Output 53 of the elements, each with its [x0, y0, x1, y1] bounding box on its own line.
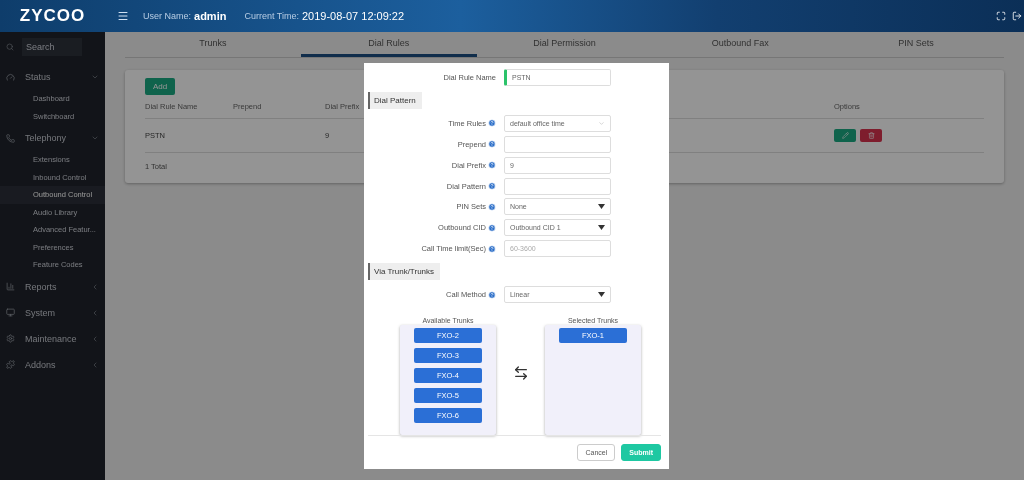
help-icon[interactable]: [488, 140, 496, 149]
chevron-icon: [91, 308, 99, 317]
nav-item[interactable]: Reports: [0, 273, 105, 300]
tab[interactable]: Dial Permission: [476, 32, 653, 57]
current-time: 2019-08-07 12:09:22: [301, 10, 405, 22]
puzzle-icon: [6, 360, 15, 369]
search-field[interactable]: Search: [22, 38, 82, 56]
search-icon: [6, 43, 14, 51]
tab[interactable]: Trunks: [125, 32, 301, 57]
dashboard-icon: [6, 72, 15, 82]
logout-icon[interactable]: [1012, 11, 1022, 21]
help-icon[interactable]: [488, 161, 496, 170]
chevron-icon: [91, 134, 99, 142]
swap-icon[interactable]: [512, 365, 529, 381]
help-icon[interactable]: [488, 119, 496, 128]
chevron-icon: [598, 119, 605, 127]
time-label: Current Time:: [244, 11, 299, 21]
chevron-icon: [91, 73, 99, 81]
logo: ZYCOO: [18, 5, 87, 27]
pencil-icon: [841, 132, 849, 139]
nav-item[interactable]: Status: [0, 64, 105, 90]
caret-icon: [598, 204, 605, 210]
nav-item[interactable]: System: [0, 299, 105, 326]
menu-icon[interactable]: [117, 10, 129, 22]
section-header: Via Trunk/Trunks: [368, 263, 441, 281]
caret-icon: [598, 292, 605, 298]
input-field[interactable]: [504, 177, 611, 195]
tab[interactable]: PIN Sets: [828, 32, 1004, 57]
help-icon[interactable]: [488, 202, 496, 211]
nav-item[interactable]: Addons: [0, 351, 105, 378]
nav-item[interactable]: Telephony: [0, 125, 105, 151]
user-label: User Name:: [143, 11, 191, 21]
caret-icon: [598, 225, 605, 231]
settings-icon: [6, 334, 15, 343]
tab[interactable]: Dial Rules: [300, 32, 477, 57]
bar-chart-icon: [6, 282, 15, 291]
nav-item[interactable]: Maintenance: [0, 325, 105, 352]
monitor-icon: [6, 308, 15, 317]
section-header: Dial Pattern: [368, 91, 422, 109]
user-name: admin: [194, 10, 227, 22]
help-icon[interactable]: [488, 290, 496, 299]
tab[interactable]: Outbound Fax: [652, 32, 829, 57]
chevron-icon: [91, 282, 99, 291]
help-icon[interactable]: [488, 223, 496, 232]
chevron-icon: [91, 334, 99, 343]
trash-icon: [867, 132, 875, 139]
chevron-icon: [91, 360, 99, 369]
add-button[interactable]: Add: [145, 78, 176, 95]
help-icon[interactable]: [488, 244, 496, 253]
input-field[interactable]: [504, 135, 611, 153]
phone-icon: [6, 133, 15, 143]
help-icon[interactable]: [488, 182, 496, 190]
fullscreen-icon[interactable]: [996, 11, 1006, 21]
